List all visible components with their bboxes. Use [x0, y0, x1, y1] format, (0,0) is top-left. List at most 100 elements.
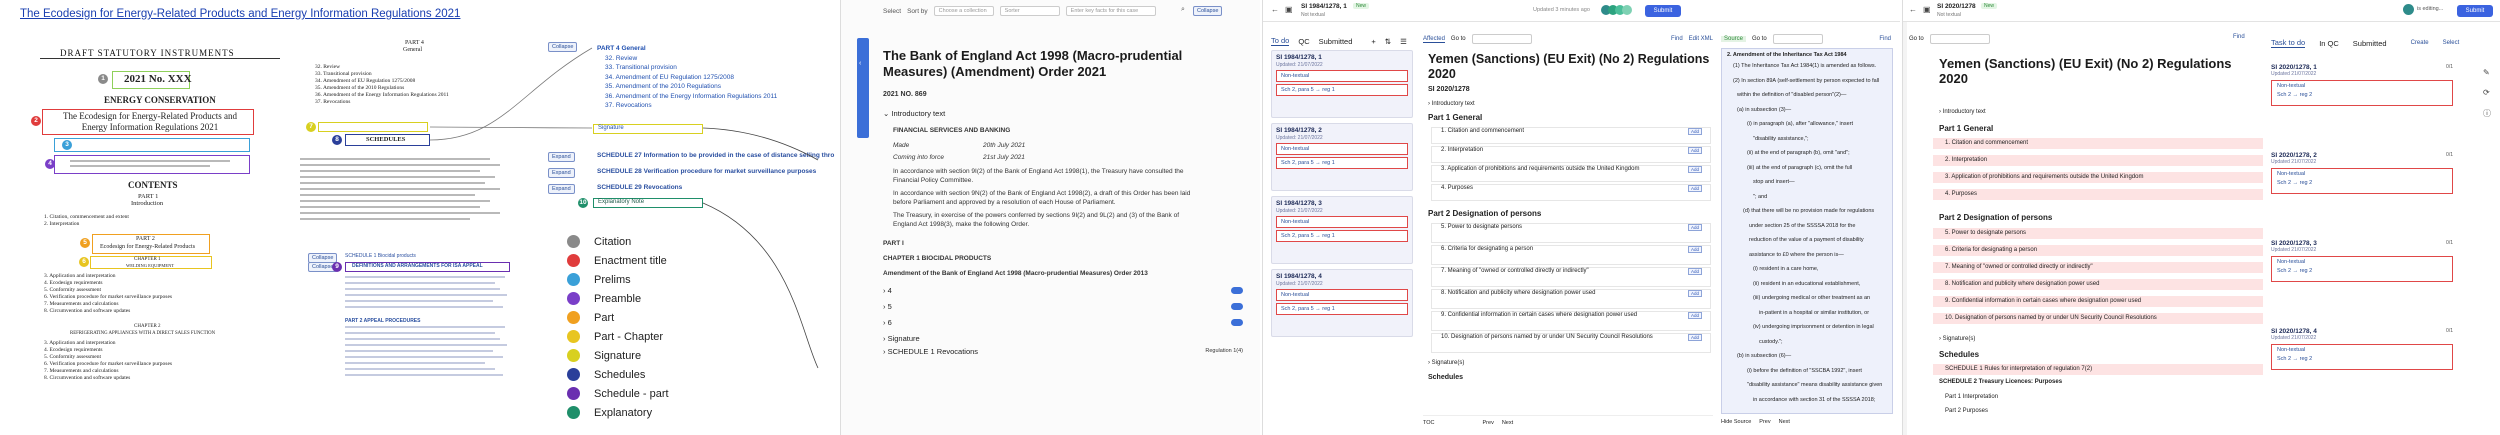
add-button[interactable]: Add	[1688, 312, 1703, 319]
goto-select[interactable]	[1471, 34, 1532, 44]
schedule-part-row[interactable]: Part 1 Interpretation	[1933, 392, 2263, 403]
hide-source-button[interactable]: Hide Source	[1721, 419, 1751, 425]
back-arrow-icon[interactable]: ←	[1909, 5, 1917, 14]
card-ref-box[interactable]: Sch 2, para 5 → reg 1	[1276, 157, 1408, 169]
add-button[interactable]: Add	[1688, 147, 1703, 154]
find-button[interactable]: Find	[1879, 36, 1891, 42]
search-icon[interactable]: ⌕	[1181, 6, 1185, 14]
schedule-part-row[interactable]: Part 2 Purposes	[1933, 406, 2263, 417]
task-card[interactable]: SI 1984/1278, 1 Updated: 21/07/2022 Non-te…	[1271, 50, 1413, 118]
edit-xml-button[interactable]: Edit XML	[1689, 36, 1713, 42]
add-button[interactable]: Add	[1688, 185, 1703, 192]
affected-tab[interactable]: Affected	[1423, 36, 1445, 43]
card-ref-box[interactable]: Sch 2, para 5 → reg 1	[1276, 230, 1408, 242]
menu-icon[interactable]: ☰	[1400, 37, 1407, 46]
find-button[interactable]: Find	[2233, 34, 2245, 40]
collapse-button[interactable]: Collapse	[1193, 6, 1223, 16]
collection-select[interactable]: Choose a collection	[933, 6, 994, 16]
add-button[interactable]: Add	[1688, 246, 1703, 253]
task-card[interactable]: SI 2020/1278, 1 Updated 21/07/2022 Non-tex…	[2271, 64, 2453, 106]
task-card[interactable]: SI 2020/1278, 3 Updated 21/07/2022 Non-tex…	[2271, 240, 2453, 282]
side-collapse-tab[interactable]	[857, 38, 869, 138]
add-button[interactable]: Add	[1688, 268, 1703, 275]
toggle-pill[interactable]	[1231, 286, 1243, 294]
provision-row[interactable]: 1. Citation and commencement	[1933, 138, 2263, 149]
task-card[interactable]: SI 2020/1278, 2 Updated 21/07/2022 Non-tex…	[2271, 152, 2453, 194]
goto-select[interactable]	[1772, 34, 1823, 44]
card-tag-box[interactable]: Non-textual	[1276, 216, 1408, 228]
prev-button[interactable]: Prev	[1483, 420, 1494, 426]
task-card[interactable]: SI 2020/1278, 4 Updated 21/07/2022 Non-tex…	[2271, 328, 2453, 370]
card-ref-box[interactable]: Sch 2, para 5 → reg 1	[1276, 84, 1408, 96]
provision-row[interactable]: 3. Application of prohibitions and requi…	[1933, 172, 2263, 183]
article-row[interactable]: › 5	[883, 298, 1243, 314]
article-row[interactable]: › 4	[883, 282, 1243, 298]
signature-row[interactable]: › Signature(s)	[1939, 336, 1975, 342]
task-card[interactable]: SI 1984/1278, 3 Updated: 21/07/2022 Non-te…	[1271, 196, 1413, 264]
create-button[interactable]: Create	[2411, 40, 2429, 46]
card-tag-box[interactable]: Non-textual	[1276, 70, 1408, 82]
toc-label[interactable]: TOC	[1423, 420, 1435, 426]
intro-row[interactable]: › Introductory text	[1939, 109, 1986, 115]
provision-row[interactable]: 4. Purposes	[1933, 189, 2263, 200]
select-button[interactable]: Select	[2443, 40, 2460, 46]
history-icon[interactable]: ⟳	[2483, 88, 2490, 97]
card-box[interactable]: Non-textual Sch 2 → reg 2	[2271, 168, 2453, 194]
next-button[interactable]: Next	[1779, 419, 1790, 425]
task-card[interactable]: SI 1984/1278, 4 Updated: 21/07/2022 Non-te…	[1271, 269, 1413, 337]
search-input[interactable]: Enter key facts for this case	[1065, 6, 1156, 16]
provision-row[interactable]: 8. Notification and publicity where desi…	[1933, 279, 2263, 290]
source-tab[interactable]: Source	[1721, 36, 1747, 42]
add-button[interactable]: Add	[1688, 290, 1703, 297]
goto-select[interactable]	[1929, 34, 1990, 44]
prev-button[interactable]: Prev	[1759, 419, 1770, 425]
article-row[interactable]: › 6	[883, 314, 1243, 330]
intro-expander[interactable]: ⌄ Introductory text	[883, 109, 1243, 118]
add-button[interactable]: Add	[1688, 224, 1703, 231]
provision-row[interactable]: 10. Designation of persons named by or u…	[1933, 313, 2263, 324]
next-button[interactable]: Next	[1502, 420, 1513, 426]
add-button[interactable]: Add	[1688, 334, 1703, 341]
provision-row[interactable]: 5. Power to designate persons	[1933, 228, 2263, 239]
add-button[interactable]: Add	[1688, 128, 1703, 135]
tab-in-qc[interactable]: In QC	[2319, 39, 2339, 48]
submit-button[interactable]: Submit	[1645, 5, 1681, 17]
card-tag-box[interactable]: Non-textual	[1276, 143, 1408, 155]
doc-id: SI 1984/1278, 1	[1301, 3, 1347, 10]
sort-icon[interactable]: ⇅	[1385, 37, 1391, 46]
sidebar-icon[interactable]: ▣	[1285, 5, 1293, 14]
schedule-row[interactable]: › SCHEDULE 1 Revocations Regulation 1(4)	[883, 347, 1243, 356]
signature-expander[interactable]: › Signature	[883, 334, 1243, 343]
sort-select[interactable]: Sorter	[999, 6, 1060, 16]
comment-icon[interactable]: ✎	[2483, 68, 2490, 77]
back-arrow-icon[interactable]: ←	[1271, 5, 1279, 14]
provision-row[interactable]: 6. Criteria for designating a person	[1933, 245, 2263, 256]
add-button[interactable]: Add	[1688, 166, 1703, 173]
tab-submitted[interactable]: Submitted	[2353, 39, 2387, 48]
toggle-pill[interactable]	[1231, 302, 1243, 310]
provision-row[interactable]: 9. Confidential information in certain c…	[1933, 296, 2263, 307]
card-box[interactable]: Non-textual Sch 2 → reg 2	[2271, 80, 2453, 106]
card-box[interactable]: Non-textual Sch 2 → reg 2	[2271, 344, 2453, 370]
tab-task-todo[interactable]: Task to do	[2271, 38, 2306, 48]
add-icon[interactable]: +	[1371, 37, 1375, 46]
provision-row[interactable]: 2. Interpretation	[1933, 155, 2263, 166]
tab-todo[interactable]: To do	[1271, 36, 1290, 46]
tab-qc[interactable]: QC	[1298, 37, 1309, 46]
task-card[interactable]: SI 1984/1278, 2 Updated: 21/07/2022 Non-te…	[1271, 123, 1413, 191]
toggle-pill[interactable]	[1231, 318, 1243, 326]
card-tag-box[interactable]: Non-textual	[1276, 289, 1408, 301]
sidebar-icon[interactable]: ▣	[1923, 5, 1931, 14]
info-icon[interactable]: ⓘ	[2483, 108, 2491, 119]
card-ref-box[interactable]: Sch 2, para 5 → reg 1	[1276, 303, 1408, 315]
tab-submitted[interactable]: Submitted	[1319, 37, 1353, 46]
schedule-row[interactable]: SCHEDULE 1 Rules for interpretation of r…	[1933, 364, 2263, 375]
find-button[interactable]: Find	[1671, 36, 1683, 42]
card-box[interactable]: Non-textual Sch 2 → reg 2	[2271, 256, 2453, 282]
signature-row[interactable]: › Signature(s)	[1428, 360, 1464, 366]
legend-swatch	[567, 368, 580, 381]
submit-button[interactable]: Submit	[2457, 5, 2493, 17]
intro-row[interactable]: › Introductory text	[1428, 101, 1475, 107]
provision-row[interactable]: 7. Meaning of "owned or controlled direc…	[1933, 262, 2263, 273]
card-date: Updated: 21/07/2022	[1276, 208, 1323, 214]
